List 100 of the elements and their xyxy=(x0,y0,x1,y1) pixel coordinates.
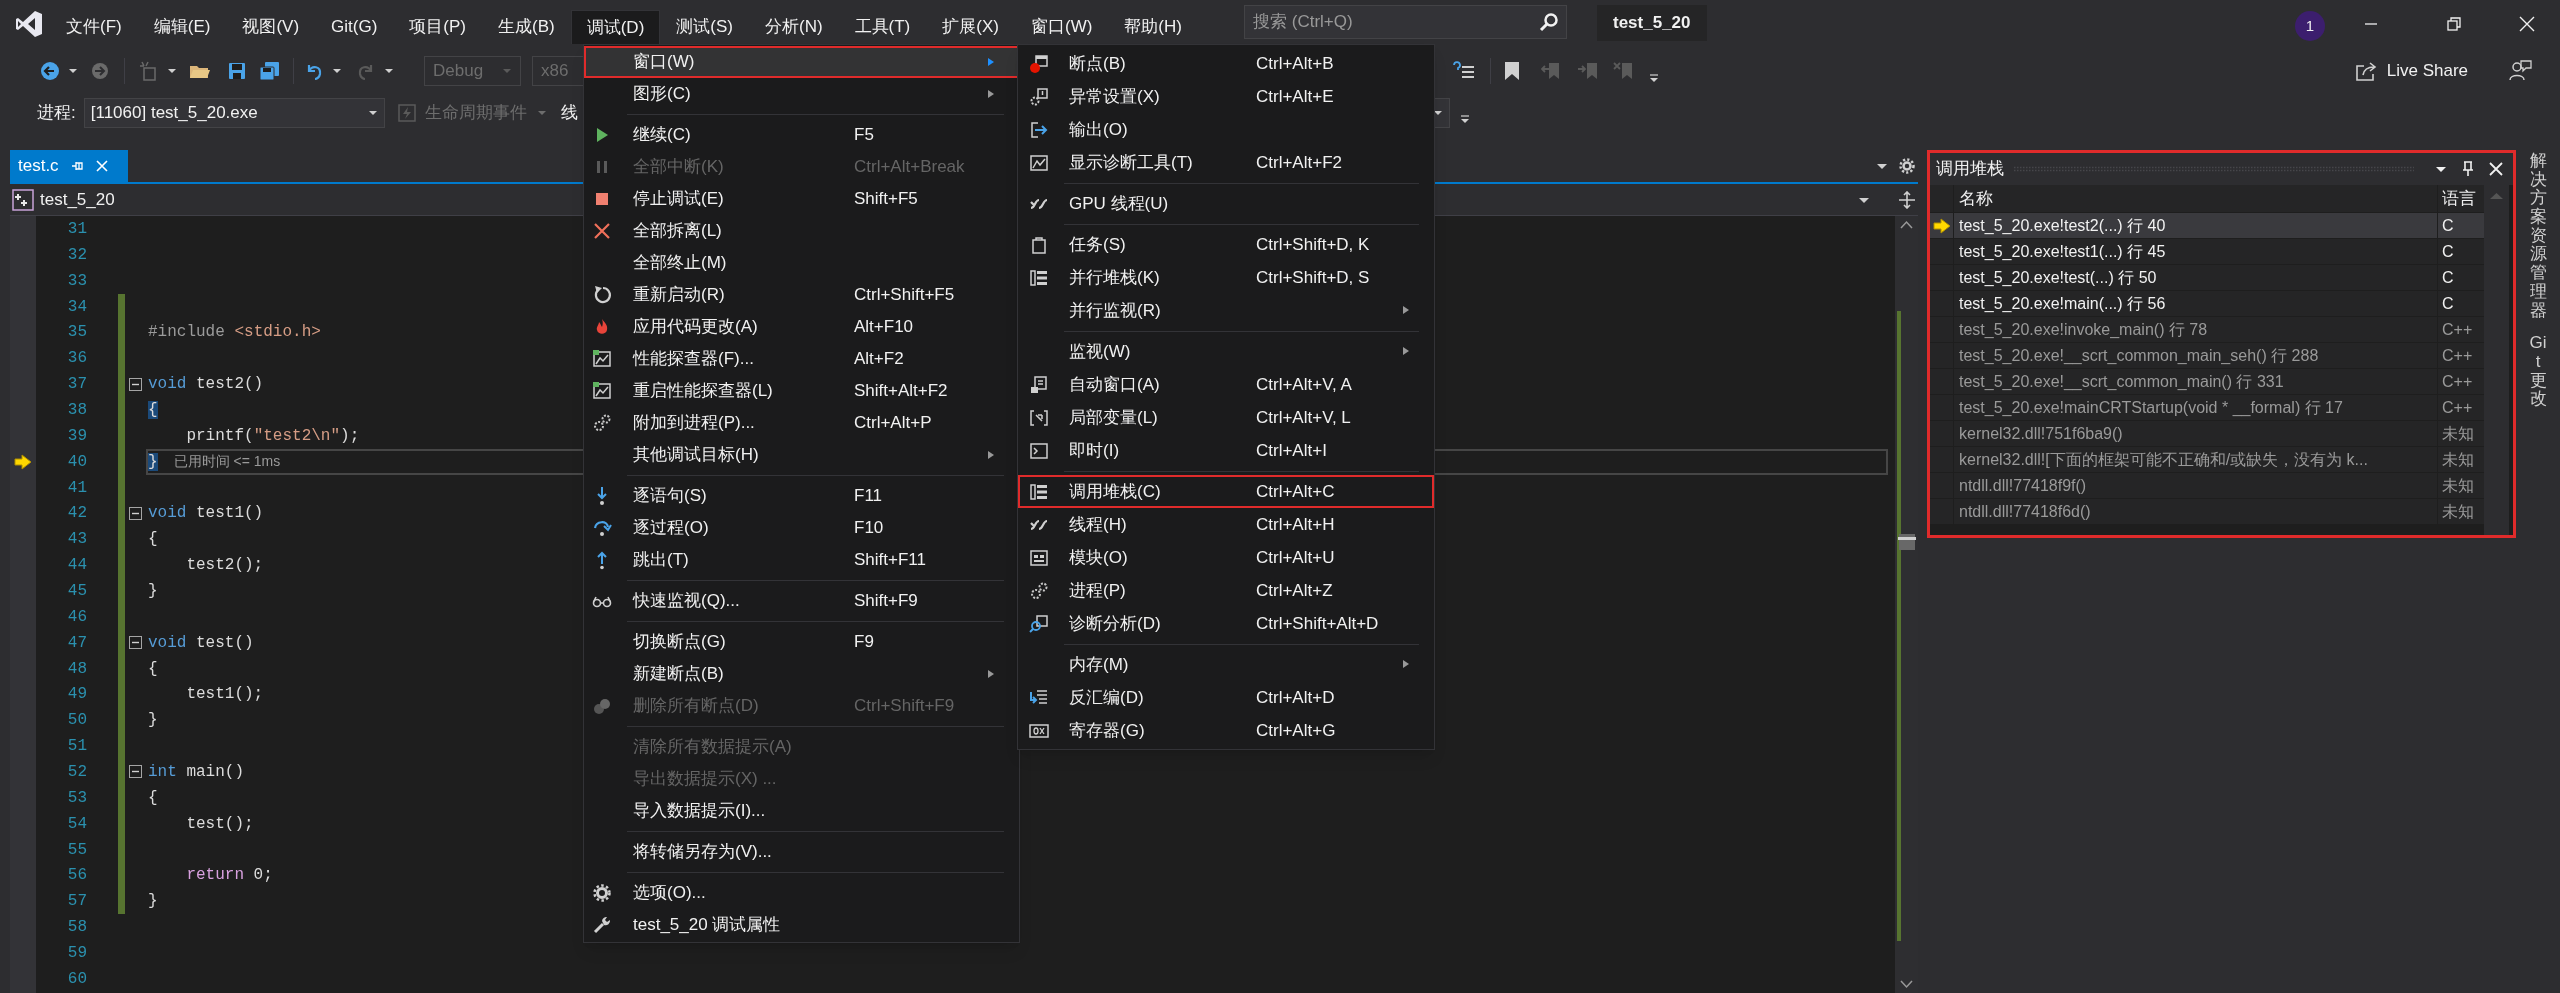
menu-bar-item[interactable]: 窗口(W) xyxy=(1014,10,1109,44)
menu-bar-item[interactable]: 分析(N) xyxy=(748,10,839,44)
line-number: 59 xyxy=(66,945,87,961)
notification-badge[interactable]: 1 xyxy=(2295,11,2325,41)
menu-item[interactable]: 并行监视(R) xyxy=(1018,294,1434,327)
search-field[interactable]: 搜索 (Ctrl+Q) xyxy=(1244,5,1567,39)
menu-shortcut: F11 xyxy=(854,485,883,508)
table-cell: test_5_20.exe!__scrt_common_main_seh() 行 288 xyxy=(1954,343,2438,368)
menu-item[interactable]: 任务(S) Ctrl+Shift+D, K xyxy=(1018,228,1434,261)
menu-bar-item[interactable]: 生成(B) xyxy=(482,10,571,44)
process-dropdown[interactable]: [11060] test_5_20.exe xyxy=(83,98,385,128)
menu-shortcut: Ctrl+Alt+I xyxy=(1256,439,1327,462)
menu-item[interactable]: 其他调试目标(H) xyxy=(584,439,1019,471)
menu-item[interactable]: 逐过程(O) F10 xyxy=(584,512,1019,544)
menu-item[interactable]: 自动窗口(A) Ctrl+Alt+V, A xyxy=(1018,368,1434,401)
project-dropdown[interactable]: test_5_20 xyxy=(10,184,115,215)
table-cell-text: C++ xyxy=(2441,345,2474,366)
menu-item[interactable]: 局部变量(L) Ctrl+Alt+V, L xyxy=(1018,401,1434,434)
stack-frame-row[interactable]: test_5_20.exe!__scrt_common_main() 行 331 C++ xyxy=(1930,369,2484,395)
table-cell: ntdll.dll!77418f6d() xyxy=(1954,499,2438,524)
menu-item[interactable]: 应用代码更改(A) Alt+F10 xyxy=(584,311,1019,343)
menu-bar-item[interactable]: Git(G) xyxy=(315,10,394,44)
stack-frame-row[interactable]: kernel32.dll!751f6ba9() 未知 xyxy=(1930,421,2484,447)
menu-item[interactable]: 寄存器(G) Ctrl+Alt+G xyxy=(1018,714,1434,747)
menu-item[interactable]: 并行堆栈(K) Ctrl+Shift+D, S xyxy=(1018,261,1434,294)
stack-frame-row[interactable]: test_5_20.exe!invoke_main() 行 78 C++ xyxy=(1930,317,2484,343)
table-cell-text: 未知 xyxy=(2441,449,2475,470)
menu-item[interactable]: 反汇编(D) Ctrl+Alt+D xyxy=(1018,681,1434,714)
menu-item[interactable]: 显示诊断工具(T) Ctrl+Alt+F2 xyxy=(1018,146,1434,179)
stack-frame-row[interactable]: test_5_20.exe!__scrt_common_main_seh() 行 288 C++ xyxy=(1930,343,2484,369)
side-tab[interactable]: 解决方案资源管理器 xyxy=(2529,152,2547,321)
menu-item[interactable]: 内存(M) xyxy=(1018,648,1434,681)
menu-item[interactable]: 逐语句(S) F11 xyxy=(584,480,1019,512)
menu-bar-item[interactable]: 扩展(X) xyxy=(926,10,1015,44)
menu-item[interactable]: 附加到进程(P)... Ctrl+Alt+P xyxy=(584,407,1019,439)
menu-bar-item[interactable]: 视图(V) xyxy=(226,10,316,44)
menu-item[interactable]: 全部拆离(L) xyxy=(584,215,1019,247)
menu-bar-item[interactable]: 项目(P) xyxy=(393,10,482,44)
stack-frame-row[interactable]: ntdll.dll!77418f9f() 未知 xyxy=(1930,473,2484,499)
code-line: } xyxy=(148,580,158,602)
table-cell-text: C xyxy=(2441,241,2455,262)
menu-item[interactable]: 模块(O) Ctrl+Alt+U xyxy=(1018,541,1434,574)
menu-shortcut: Ctrl+Alt+E xyxy=(1256,85,1334,108)
menu-bar-item[interactable]: 编辑(E) xyxy=(137,10,227,44)
menu-item[interactable]: 性能探查器(F)... Alt+F2 xyxy=(584,343,1019,375)
menu-shortcut: F5 xyxy=(854,124,874,147)
menu-bar-item[interactable]: 测试(S) xyxy=(660,10,749,44)
menu-item[interactable]: 窗口(W) xyxy=(584,46,1019,78)
menu-item[interactable]: 调用堆栈(C) Ctrl+Alt+C xyxy=(1018,475,1434,508)
stack-frame-row[interactable]: ntdll.dll!77418f6d() 未知 xyxy=(1930,499,2484,525)
menu-shortcut: Ctrl+Alt+U xyxy=(1256,546,1335,569)
menu-item[interactable]: 诊断分析(D) Ctrl+Shift+Alt+D xyxy=(1018,607,1434,640)
menu-bar-item[interactable]: 帮助(H) xyxy=(1108,10,1198,44)
column-header[interactable]: 名称 xyxy=(1954,185,2438,212)
menu-item[interactable]: 新建断点(B) xyxy=(584,658,1019,690)
menu-bar-item[interactable]: 工具(T) xyxy=(838,10,927,44)
menu-item[interactable]: test_5_20 调试属性 xyxy=(584,909,1019,941)
table-cell: kernel32.dll!751f6ba9() xyxy=(1954,421,2438,446)
menu-shortcut: Ctrl+Alt+C xyxy=(1256,480,1335,503)
menu-item[interactable]: 进程(P) Ctrl+Alt+Z xyxy=(1018,574,1434,607)
table-cell-text: 未知 xyxy=(2441,475,2475,496)
table-cell-text: 未知 xyxy=(2441,501,2475,522)
menu-item[interactable]: 断点(B) Ctrl+Alt+B xyxy=(1018,47,1434,80)
menu-bar-item[interactable]: 调试(D) xyxy=(570,10,661,44)
menu-item[interactable]: 线程(H) Ctrl+Alt+H xyxy=(1018,508,1434,541)
menu-item[interactable]: GPU 线程(U) xyxy=(1018,187,1434,220)
menu-bar-item[interactable]: 文件(F) xyxy=(50,10,138,44)
live-share-button[interactable]: Live Share xyxy=(2352,54,2470,88)
menu-shortcut: F9 xyxy=(854,631,874,654)
menu-item[interactable]: 快速监视(Q)... Shift+F9 xyxy=(584,585,1019,617)
menu-shortcut: Shift+F11 xyxy=(854,549,926,572)
code-line: printf("test2\n"); xyxy=(185,425,360,447)
side-tab[interactable]: Git 更改 xyxy=(2529,334,2547,409)
stack-frame-row[interactable]: test_5_20.exe!mainCRTStartup(void * __formal) 行 17 C++ xyxy=(1930,395,2484,421)
menu-item[interactable]: 停止调试(E) Shift+F5 xyxy=(584,183,1019,215)
menu-item[interactable]: 重启性能探查器(L) Shift+Alt+F2 xyxy=(584,375,1019,407)
menu-item[interactable]: 即时(I) Ctrl+Alt+I xyxy=(1018,434,1434,467)
menu-item[interactable]: 选项(O)... xyxy=(584,877,1019,909)
menu-shortcut: Shift+Alt+F2 xyxy=(854,380,948,403)
menu-item[interactable]: 监视(W) xyxy=(1018,335,1434,368)
menu-item[interactable]: 切换断点(G) F9 xyxy=(584,626,1019,658)
menu-shortcut: Alt+F10 xyxy=(854,316,914,339)
menu-item[interactable]: 导入数据提示(I)... xyxy=(584,795,1019,827)
menu-item[interactable]: 异常设置(X) Ctrl+Alt+E xyxy=(1018,80,1434,113)
menu-item[interactable]: 全部终止(M) xyxy=(584,247,1019,279)
menu-item[interactable]: 继续(C) F5 xyxy=(584,119,1019,151)
line-number: 38 xyxy=(66,401,87,418)
column-header[interactable]: 语言 xyxy=(2438,185,2484,212)
line-number: 53 xyxy=(66,789,87,806)
stack-frame-row[interactable]: test_5_20.exe!test1(...) 行 45 C xyxy=(1930,239,2484,265)
stack-frame-row[interactable]: kernel32.dll![下面的框架可能不正确和/或缺失，没有为 k... 未知 xyxy=(1930,447,2484,473)
stack-frame-row[interactable]: test_5_20.exe!test2(...) 行 40 C xyxy=(1930,213,2484,239)
line-number: 54 xyxy=(66,815,87,832)
stack-frame-row[interactable]: test_5_20.exe!test(...) 行 50 C xyxy=(1930,265,2484,291)
stack-frame-row[interactable]: test_5_20.exe!main(...) 行 56 C xyxy=(1930,291,2484,317)
menu-item[interactable]: 输出(O) xyxy=(1018,113,1434,146)
line-number: 55 xyxy=(66,841,87,858)
menu-item[interactable]: 将转储另存为(V)... xyxy=(584,836,1019,868)
menu-item[interactable]: 重新启动(R) Ctrl+Shift+F5 xyxy=(584,279,1019,311)
line-number: 32 xyxy=(66,246,87,263)
